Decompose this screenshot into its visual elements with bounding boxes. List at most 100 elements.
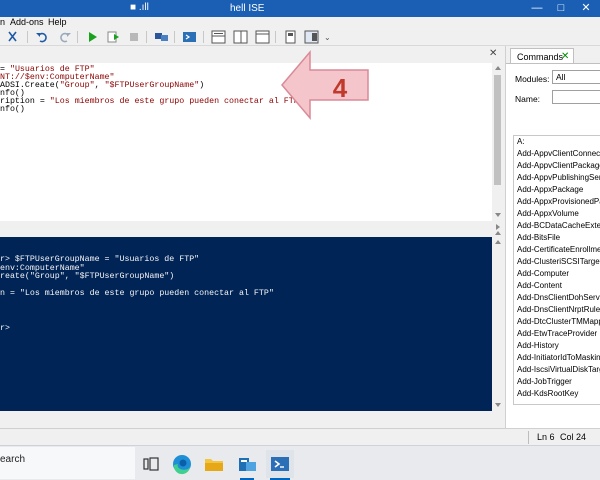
modules-select-value: All [556,72,566,82]
file-explorer-icon[interactable] [200,450,228,478]
scroll-right-icon[interactable] [496,224,500,230]
scroll-down-icon[interactable] [495,403,501,407]
menu-help[interactable]: Help [48,17,67,27]
show-script-pane-maximized-icon[interactable] [255,30,270,44]
task-view-icon[interactable] [137,450,165,478]
scroll-down-icon[interactable] [495,213,501,217]
code-line: nfo() [0,105,25,114]
command-item[interactable]: Add-JobTrigger [517,376,572,387]
command-item[interactable]: Add-DnsClientNrptRule [517,304,600,315]
minimize-button[interactable]: — [525,1,549,16]
toolbar-separator [146,31,147,43]
cursor-line: Ln 6 [537,432,555,442]
command-item[interactable]: Add-AppxProvisionedPackage [517,196,600,207]
toolbar-separator [27,31,28,43]
commands-tab-label: Commands [517,52,564,62]
editor-horizontal-scrollbar[interactable] [0,221,503,231]
toolbar-separator [174,31,175,43]
command-item[interactable]: Add-BitsFile [517,232,560,243]
name-search-input[interactable] [552,90,600,104]
cut-icon[interactable] [6,30,21,44]
show-script-pane-right-icon[interactable] [233,30,248,44]
command-item[interactable]: Add-EtwTraceProvider [517,328,597,339]
command-item[interactable]: Add-AppvPublishingServer [517,172,600,183]
cursor-column: Col 24 [560,432,587,442]
modules-label: Modules: [515,74,550,84]
scroll-up-icon[interactable] [495,66,501,70]
command-item[interactable]: Add-ClusteriSCSITargetServerRole [517,256,600,267]
command-item[interactable]: Add-CertificateEnrollmentPolicyServer [517,244,600,255]
command-item[interactable]: Add-BCDataCacheExtension [517,220,600,231]
console-line: n = "Los miembros de este grupo pueden c… [0,289,274,299]
toolbar-separator [203,31,204,43]
show-commands-addon-icon[interactable] [304,30,319,44]
code-token: ) [199,81,205,90]
menu-add-ons[interactable]: Add-ons [10,17,44,27]
command-item[interactable]: Add-AppvClientConnectionGroup [517,148,600,159]
console-line: r> [0,323,10,333]
code-line: ADSI.Create("Group", "$FTPUserGroupName"… [0,81,204,90]
close-commands-icon[interactable]: ✕ [561,51,569,62]
code-line: ription = "Los miembros de este grupo pu… [0,97,304,106]
edge-browser-icon[interactable] [168,450,196,478]
collapse-up-icon[interactable] [495,231,501,235]
console-line: reate("Group", "$FTPUserGroupName") [0,272,175,282]
code-token: "$FTPUserGroupName" [104,81,200,90]
toolbar: ⌄ [0,29,600,46]
toolbar-overflow-icon[interactable]: ⌄ [324,33,331,42]
status-divider [528,431,529,444]
commands-list[interactable]: A:Add-AppvClientConnectionGroupAdd-AppvC… [513,135,600,405]
run-script-icon[interactable] [85,30,100,44]
command-item[interactable]: Add-Content [517,280,562,291]
command-item[interactable]: Add-Computer [517,268,569,279]
editor-scroll-thumb[interactable] [494,75,501,185]
script-editor[interactable]: = "Usuarios de FTP" NT://$env:ComputerNam… [0,63,492,221]
code-token: , [94,81,105,90]
command-item[interactable]: Add-DtcClusterTMMapping [517,316,600,327]
title-bar: ■ .ıll hell ISE — □ ✕ [0,0,600,17]
menu-view[interactable]: n [0,17,5,27]
modules-select[interactable]: All [552,70,600,84]
status-bar: Ln 6 Col 24 [0,428,600,445]
callout-step-number: 4 [333,73,348,103]
run-selection-icon[interactable] [106,30,121,44]
command-item[interactable]: Add-KdsRootKey [517,388,578,399]
powershell-console-icon[interactable] [182,30,197,44]
console-vertical-scrollbar[interactable] [492,237,503,411]
callout-arrow-shape [281,49,369,121]
remote-powershell-icon[interactable] [154,30,169,44]
window-title: hell ISE [230,3,265,14]
command-item[interactable]: A: [517,136,525,147]
name-label: Name: [515,94,541,104]
console-pane[interactable]: r> $FTPUserGroupName = "Usuarios de FTP"… [0,237,492,411]
command-item[interactable]: Add-AppxVolume [517,208,579,219]
show-script-pane-top-icon[interactable] [211,30,226,44]
command-item[interactable]: Add-History [517,340,559,351]
command-item[interactable]: Add-AppxPackage [517,184,583,195]
undo-icon[interactable] [35,30,50,44]
scroll-up-icon[interactable] [495,240,501,244]
toolbar-separator [275,31,276,43]
commands-tab[interactable]: Commands ✕ [510,48,574,63]
command-item[interactable]: Add-AppvClientPackage [517,160,600,171]
commands-pane: Commands ✕ Modules: All Name: A: Add-Appv… [505,46,600,428]
command-item[interactable]: Add-IscsiVirtualDiskTargetMapping [517,364,600,375]
command-item[interactable]: Add-DnsClientDohServerAddress [517,292,600,303]
taskbar-search-text: earch [0,454,26,465]
editor-vertical-scrollbar[interactable] [492,63,503,221]
code-token: "Group" [59,81,95,90]
show-commands-icon[interactable] [283,30,298,44]
commands-body: Modules: All Name: A: Add-AppvClientConne… [506,63,600,428]
redo-icon[interactable] [57,30,72,44]
command-item[interactable]: Add-InitiatorIdToMaskingSet [517,352,600,363]
toolbar-separator [77,31,78,43]
script-tab-strip: ✕ [0,46,505,63]
close-window-button[interactable]: ✕ [574,1,598,16]
quick-access-toolbar[interactable]: ■ .ıll [130,2,149,13]
powershell-ise-icon[interactable] [266,450,294,478]
code-token: nfo() [0,105,25,114]
close-tab-icon[interactable]: ✕ [489,48,497,59]
maximize-button[interactable]: □ [549,1,573,16]
server-manager-icon[interactable] [233,450,261,478]
stop-operation-icon[interactable] [127,30,142,44]
